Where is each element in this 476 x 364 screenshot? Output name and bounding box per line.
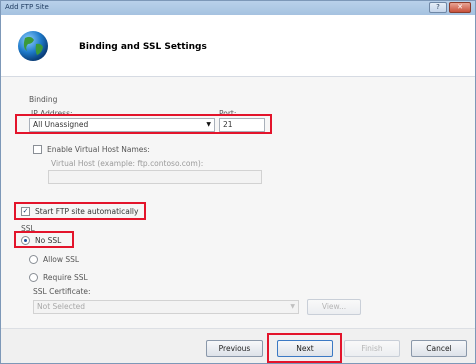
no-ssl-label: No SSL — [35, 236, 62, 245]
ssl-certificate-value: Not Selected — [37, 302, 86, 311]
ssl-certificate-label: SSL Certificate: — [33, 287, 91, 296]
wizard-footer: Previous Next Finish Cancel — [1, 328, 475, 363]
require-ssl-label: Require SSL — [43, 273, 88, 282]
require-ssl-radio[interactable] — [29, 273, 38, 282]
previous-button[interactable]: Previous — [206, 340, 263, 357]
add-ftp-site-dialog: Add FTP Site ? ✕ Binding and SSL Setting… — [0, 0, 476, 364]
next-button[interactable]: Next — [277, 340, 333, 357]
start-automatically-checkbox[interactable]: ✓ — [21, 207, 30, 216]
finish-button[interactable]: Finish — [344, 340, 400, 357]
ip-address-value: All Unassigned — [33, 120, 89, 129]
ssl-certificate-dropdown[interactable]: Not Selected ▼ — [33, 300, 299, 314]
close-button[interactable]: ✕ — [449, 2, 471, 13]
binding-group-label: Binding — [29, 95, 58, 104]
wizard-header: Binding and SSL Settings — [1, 15, 475, 77]
no-ssl-radio[interactable] — [21, 236, 30, 245]
allow-ssl-label: Allow SSL — [43, 255, 80, 264]
allow-ssl-radio[interactable] — [29, 255, 38, 264]
virtual-host-checkbox[interactable] — [33, 145, 42, 154]
virtual-host-input[interactable] — [48, 170, 262, 184]
ip-address-label: IP Address: — [31, 109, 73, 118]
ip-address-dropdown[interactable]: All Unassigned ▼ — [29, 118, 215, 132]
ssl-group-label: SSL — [21, 224, 35, 233]
dropdown-arrow-icon: ▼ — [290, 303, 295, 310]
port-input[interactable]: 21 — [219, 118, 265, 132]
port-label: Port: — [219, 109, 237, 118]
dropdown-arrow-icon: ▼ — [206, 121, 211, 128]
window-title: Add FTP Site — [5, 3, 49, 11]
start-automatically-label: Start FTP site automatically — [35, 207, 139, 216]
window-controls: ? ✕ — [429, 2, 471, 13]
view-certificate-button[interactable]: View... — [307, 299, 361, 315]
title-bar[interactable]: Add FTP Site ? ✕ — [1, 1, 475, 15]
page-title: Binding and SSL Settings — [79, 42, 207, 52]
globe-icon — [18, 31, 48, 61]
wizard-body: Binding IP Address: Port: All Unassigned… — [1, 78, 475, 328]
virtual-host-checkbox-label: Enable Virtual Host Names: — [47, 145, 150, 154]
help-button[interactable]: ? — [429, 2, 447, 13]
cancel-button[interactable]: Cancel — [411, 340, 467, 357]
virtual-host-field-label: Virtual Host (example: ftp.contoso.com): — [51, 159, 204, 168]
